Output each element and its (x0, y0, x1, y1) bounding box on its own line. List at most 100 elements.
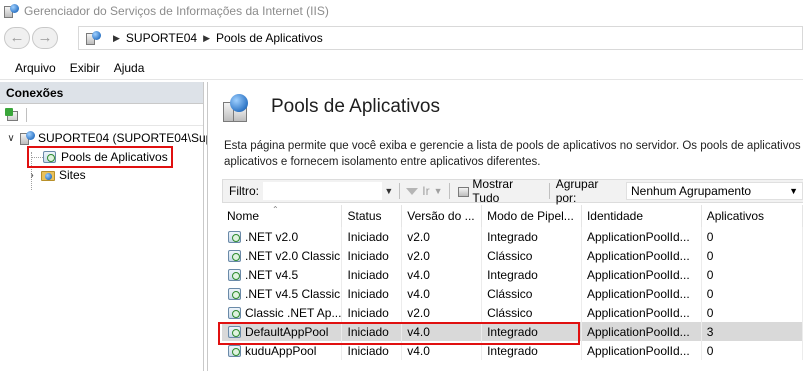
column-header-modo-pipeline[interactable]: Modo de Pipel... (481, 205, 582, 227)
pool-identity: ApplicationPoolId... (581, 246, 702, 265)
group-by-select[interactable]: Nenhum Agrupamento ▼ (626, 182, 803, 200)
server-icon (85, 30, 101, 46)
pool-version: v4.0 (401, 284, 483, 303)
app-pool-icon (227, 267, 243, 283)
breadcrumb-separator-icon: ▶ (203, 32, 210, 43)
pool-pipeline: Clássico (481, 246, 582, 265)
pool-apps: 0 (701, 284, 803, 303)
forward-arrow-icon[interactable]: → (32, 27, 58, 49)
connections-toolbar (0, 104, 203, 126)
app-pools-large-icon (220, 92, 252, 124)
pool-pipeline: Clássico (481, 284, 582, 303)
pool-name: Classic .NET Ap... (245, 305, 342, 320)
filter-label: Filtro: (229, 184, 259, 198)
table-row[interactable]: .NET v2.0 Classic Iniciado v2.0 Clássico… (222, 246, 803, 265)
group-by-label: Agrupar por: (555, 177, 599, 205)
title-bar: Gerenciador do Serviços de Informações d… (0, 0, 803, 22)
pool-apps: 0 (701, 341, 803, 360)
pool-pipeline: Integrado (481, 227, 582, 246)
table-row[interactable]: .NET v2.0 Iniciado v2.0 Integrado Applic… (222, 227, 803, 246)
show-all-label: Mostrar Tudo (472, 177, 514, 205)
tree-label-server: SUPORTE04 (SUPORTE04\Sup (38, 131, 213, 145)
group-by-value: Nenhum Agrupamento (631, 184, 752, 198)
separator (548, 183, 550, 199)
menu-ajuda[interactable]: Ajuda (107, 61, 152, 75)
pool-status: Iniciado (341, 227, 403, 246)
table-header-row: ⌃ Nome Status Versão do ... Modo de Pipel… (222, 205, 803, 227)
tree-label-sites: Sites (59, 168, 86, 182)
menu-arquivo[interactable]: Arquivo (8, 61, 63, 75)
app-pool-icon (227, 286, 243, 302)
pool-version: v2.0 (401, 246, 483, 265)
server-icon (19, 130, 35, 146)
description-line-1: Esta página permite que você exiba e ger… (224, 140, 801, 152)
expand-chevron-icon[interactable]: › (26, 170, 38, 181)
pool-version: v2.0 (401, 303, 483, 322)
pool-identity: ApplicationPoolId... (581, 303, 702, 322)
collapse-chevron-icon[interactable]: ∨ (5, 133, 17, 144)
pool-identity: ApplicationPoolId... (581, 227, 702, 246)
connect-icon[interactable] (5, 108, 21, 122)
chevron-down-icon: ▼ (789, 186, 799, 196)
description-line-2: aplicativos e fornecem isolamento entre … (224, 156, 541, 168)
pool-version: v4.0 (401, 265, 483, 284)
navigation-bar: ← → ▶ SUPORTE04 ▶ Pools de Aplicativos (0, 22, 803, 54)
pool-status: Iniciado (341, 265, 403, 284)
pool-apps: 0 (701, 227, 803, 246)
tree-item-sites[interactable]: › Sites (26, 166, 86, 184)
pool-apps: 3 (701, 322, 803, 341)
pool-apps: 0 (701, 303, 803, 322)
separator (448, 183, 450, 199)
breadcrumb-server[interactable]: SUPORTE04 (126, 31, 197, 45)
connections-header: Conexões (0, 82, 203, 104)
funnel-icon (406, 187, 419, 195)
content-panel: Pools de Aplicativos Esta página permite… (207, 82, 803, 371)
pool-status: Iniciado (341, 284, 403, 303)
table-row[interactable]: Classic .NET Ap... Iniciado v2.0 Clássic… (222, 303, 803, 322)
column-header-nome[interactable]: ⌃ Nome (222, 205, 343, 227)
tree-item-server[interactable]: ∨ SUPORTE04 (SUPORTE04\Sup (5, 129, 212, 147)
filter-bar: Filtro: ▼ Ir ▼ Mostrar Tudo Agrupar por:… (222, 177, 803, 205)
column-header-versao[interactable]: Versão do ... (401, 205, 483, 227)
highlight-box-defaultapppool (218, 322, 580, 345)
table-row[interactable]: .NET v4.5 Iniciado v4.0 Integrado Applic… (222, 265, 803, 284)
nav-buttons: ← → (4, 27, 64, 49)
address-bar[interactable]: ▶ SUPORTE04 ▶ Pools de Aplicativos (78, 26, 803, 50)
pool-name: .NET v2.0 (245, 229, 299, 244)
pool-version: v2.0 (401, 227, 483, 246)
pool-pipeline: Clássico (481, 303, 582, 322)
menu-exibir[interactable]: Exibir (63, 61, 107, 75)
filter-dropdown-icon[interactable]: ▼ (384, 186, 393, 196)
breadcrumb-pools[interactable]: Pools de Aplicativos (216, 31, 323, 45)
pool-name: .NET v4.5 Classic (245, 286, 341, 301)
back-arrow-icon[interactable]: ← (4, 27, 30, 49)
breadcrumb-separator-icon: ▶ (113, 32, 120, 43)
go-dropdown-icon[interactable]: ▼ (434, 186, 443, 196)
highlight-box-pools (27, 146, 173, 168)
column-header-identidade[interactable]: Identidade (581, 205, 702, 227)
show-all-button[interactable]: Mostrar Tudo (456, 177, 543, 205)
column-header-aplicativos[interactable]: Aplicativos (701, 205, 803, 227)
pool-identity: ApplicationPoolId... (581, 284, 702, 303)
pool-identity: ApplicationPoolId... (581, 341, 702, 360)
pool-name: kuduAppPool (245, 343, 317, 358)
pool-apps: 0 (701, 265, 803, 284)
pool-identity: ApplicationPoolId... (581, 265, 702, 284)
go-label: Ir (422, 184, 430, 198)
go-button[interactable]: Ir ▼ (406, 184, 443, 198)
filter-input[interactable] (263, 182, 383, 200)
pool-identity: ApplicationPoolId... (581, 322, 702, 341)
pool-pipeline: Integrado (481, 265, 582, 284)
window-title: Gerenciador do Serviços de Informações d… (24, 4, 329, 18)
pool-status: Iniciado (341, 246, 403, 265)
table-row[interactable]: .NET v4.5 Classic Iniciado v4.0 Clássico… (222, 284, 803, 303)
pool-status: Iniciado (341, 303, 403, 322)
page-title: Pools de Aplicativos (271, 96, 440, 117)
page-description: Esta página permite que você exiba e ger… (224, 138, 803, 170)
column-header-status[interactable]: Status (341, 205, 403, 227)
sort-ascending-icon: ⌃ (272, 205, 279, 214)
connections-panel: Conexões ∨ SUPORTE04 (SUPORTE04\Sup Pool… (0, 82, 212, 371)
pool-name: .NET v2.0 Classic (245, 248, 341, 263)
separator (399, 183, 401, 199)
toolbar-separator (26, 108, 27, 122)
